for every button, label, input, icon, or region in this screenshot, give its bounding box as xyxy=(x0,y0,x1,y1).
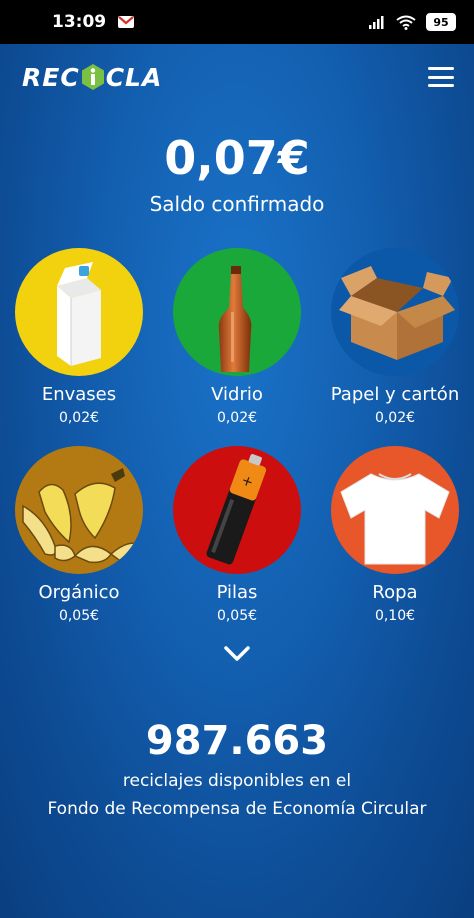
wifi-icon xyxy=(396,15,416,30)
gmail-icon xyxy=(118,16,135,28)
category-name: Envases xyxy=(41,384,117,405)
category-name: Ropa xyxy=(372,582,418,603)
category-value: 0,05€ xyxy=(58,608,100,624)
category-organico[interactable]: Orgánico 0,05€ xyxy=(0,446,158,624)
balance-amount: 0,07€ xyxy=(164,131,310,185)
category-value: 0,02€ xyxy=(216,410,258,426)
tshirt-icon[interactable] xyxy=(331,446,459,574)
category-pilas[interactable]: + Pilas 0,05€ xyxy=(158,446,316,624)
logo-text-right: CLA xyxy=(105,62,163,92)
balance-section: 0,07€ Saldo confirmado xyxy=(0,128,474,216)
fund-description-line2: Fondo de Recompensa de Economía Circular xyxy=(47,799,427,819)
battery-indicator: 95 xyxy=(426,13,456,31)
category-name: Papel y cartón xyxy=(330,384,460,405)
signal-icon xyxy=(369,16,384,29)
category-value: 0,02€ xyxy=(58,410,100,426)
status-time: 13:09 xyxy=(52,12,107,32)
app-header: REC CLA xyxy=(0,44,474,110)
category-value: 0,02€ xyxy=(374,410,416,426)
box-icon[interactable] xyxy=(331,248,459,376)
menu-icon[interactable] xyxy=(428,67,454,87)
category-envases[interactable]: Envases 0,02€ xyxy=(0,248,158,426)
bottle-icon[interactable] xyxy=(173,248,301,376)
category-grid: Envases 0,02€ Vidrio 0,02€ Papel y cartó… xyxy=(0,248,474,624)
battery-icon[interactable]: + xyxy=(173,446,301,574)
status-left: 13:09 xyxy=(52,12,135,32)
chevron-down-icon[interactable] xyxy=(222,644,252,664)
fund-description-line1: reciclajes disponibles en el xyxy=(122,771,352,791)
recicla-logo: REC CLA xyxy=(22,63,162,92)
category-name: Orgánico xyxy=(38,582,120,603)
fund-count: 987.663 xyxy=(145,718,329,764)
category-vidrio[interactable]: Vidrio 0,02€ xyxy=(158,248,316,426)
logo-text-left: REC xyxy=(22,62,80,92)
fund-section: 987.663 reciclajes disponibles en el Fon… xyxy=(0,716,474,822)
category-papel-carton[interactable]: Papel y cartón 0,02€ xyxy=(316,248,474,426)
balance-label: Saldo confirmado xyxy=(149,192,325,216)
status-bar: 13:09 95 xyxy=(0,0,474,44)
category-value: 0,05€ xyxy=(216,608,258,624)
category-ropa[interactable]: Ropa 0,10€ xyxy=(316,446,474,624)
carton-icon[interactable] xyxy=(15,248,143,376)
category-name: Vidrio xyxy=(211,384,263,405)
category-name: Pilas xyxy=(216,582,258,603)
category-value: 0,10€ xyxy=(374,608,416,624)
logo-hexagon-icon xyxy=(81,64,105,90)
banana-icon[interactable] xyxy=(15,446,143,574)
status-right: 95 xyxy=(368,13,456,31)
